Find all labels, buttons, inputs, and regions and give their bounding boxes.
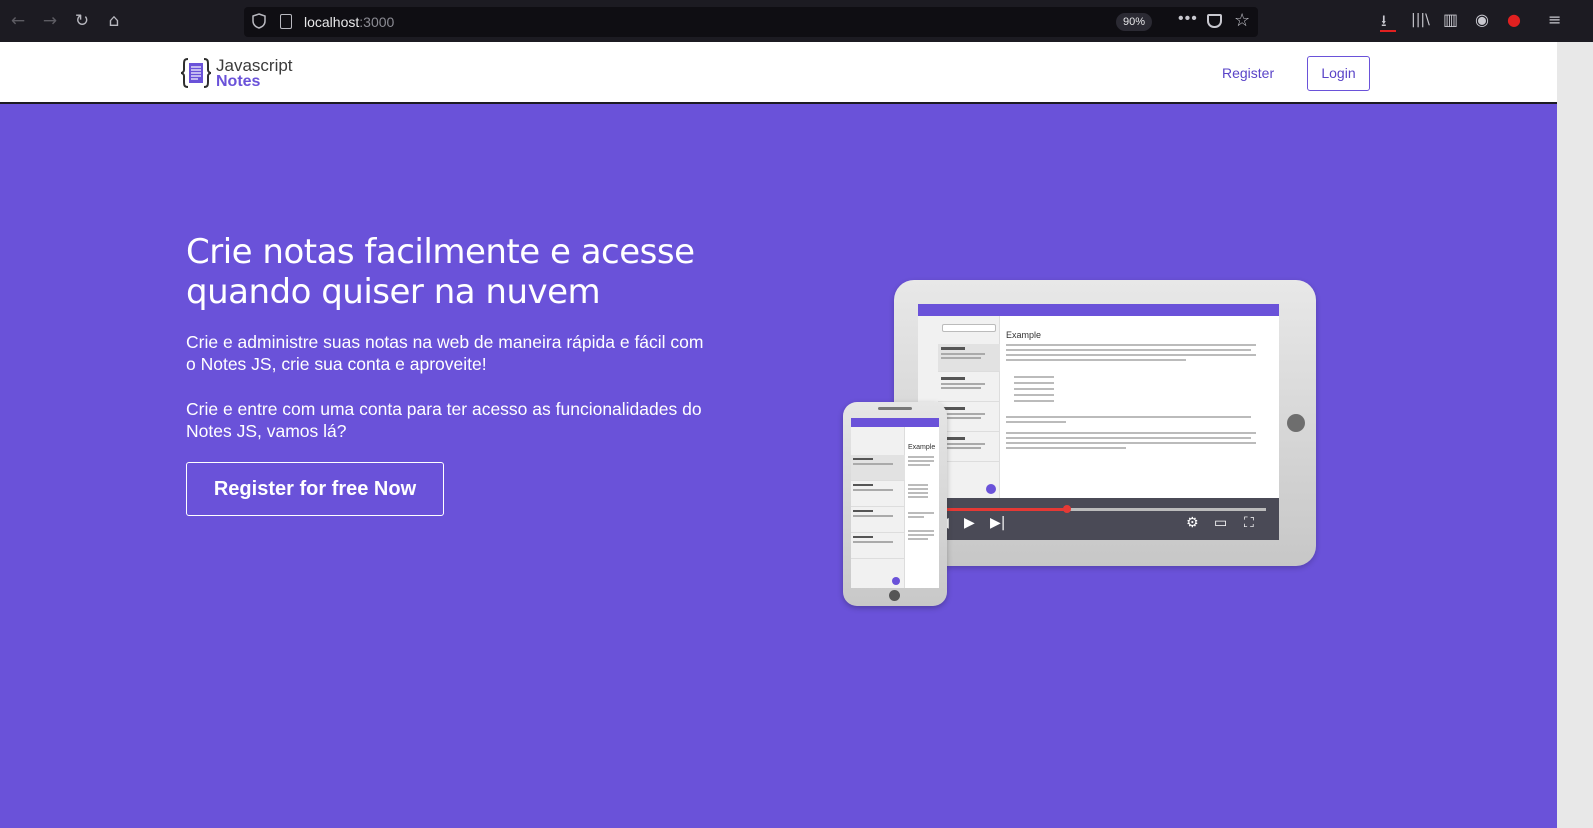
mockup-phone-note-title: Example	[908, 444, 936, 451]
mockup-phone-sidebar	[851, 427, 905, 588]
notes-logo-icon	[180, 58, 212, 88]
mockup-text-line	[1014, 400, 1054, 402]
address-bar[interactable]: localhost:3000 90% ••• ☆	[244, 7, 1258, 37]
mockup-note-item	[938, 374, 1000, 402]
mockup-phone-note-item	[851, 455, 905, 481]
login-button[interactable]: Login	[1307, 56, 1370, 91]
mockup-text-line	[908, 534, 934, 536]
phone-speaker	[878, 407, 912, 410]
mockup-text-line	[1006, 349, 1251, 351]
mockup-phone-add-icon	[892, 577, 900, 585]
phone-screen: Example	[851, 418, 939, 588]
settings-gear-icon: ⚙	[1186, 515, 1199, 531]
page-scrollbar[interactable]	[1557, 42, 1593, 828]
mockup-text-line	[1014, 388, 1054, 390]
skip-next-icon: ▶|	[990, 515, 1006, 531]
page-actions-icon[interactable]: •••	[1178, 10, 1198, 28]
mockup-search-box	[942, 324, 996, 332]
hero-subdescription: Crie e entre com uma conta para ter aces…	[186, 399, 702, 441]
mockup-note-item	[938, 434, 1000, 462]
library-icon[interactable]: |||\	[1411, 12, 1430, 28]
home-icon[interactable]: ⌂	[104, 11, 124, 31]
phone-home-button	[889, 590, 900, 601]
account-icon[interactable]: ◉	[1475, 10, 1489, 29]
menu-icon[interactable]: ≡	[1548, 10, 1561, 29]
mockup-note-title: Example	[1006, 330, 1042, 340]
back-icon[interactable]: ←	[8, 11, 28, 31]
theater-mode-icon: ▭	[1214, 515, 1228, 531]
tablet-screen: Example ◀ ▶ ▶| ⚙	[918, 304, 1279, 540]
mockup-phone-header	[851, 418, 939, 427]
mockup-text-line	[1006, 421, 1066, 423]
mockup-text-line	[908, 484, 928, 486]
mockup-phone-note-item	[851, 507, 905, 533]
page-info-icon[interactable]	[280, 14, 292, 29]
play-icon: ▶	[964, 515, 975, 531]
downloads-icon[interactable]: ⭳	[1381, 10, 1387, 37]
scrollbar-thumb[interactable]	[1557, 42, 1593, 828]
mockup-text-line	[908, 538, 928, 540]
mockup-phone-note-item	[851, 481, 905, 507]
page-viewport: Javascript Notes Register Login Crie not…	[0, 42, 1557, 828]
bookmark-star-icon[interactable]: ☆	[1234, 10, 1250, 31]
mockup-text-line	[908, 488, 928, 490]
mockup-text-line	[1006, 447, 1126, 449]
mockup-note-item	[938, 344, 1000, 372]
sidebar-icon[interactable]: ▥	[1443, 10, 1458, 29]
mockup-text-line	[908, 530, 934, 532]
tablet-mockup-image: Example ◀ ▶ ▶| ⚙	[894, 280, 1316, 566]
mockup-text-line	[1006, 432, 1256, 434]
mockup-text-line	[908, 464, 930, 466]
mockup-text-line	[1006, 354, 1256, 356]
download-progress-indicator	[1380, 30, 1396, 32]
mockup-text-line	[1014, 394, 1054, 396]
logo-text-primary: Javascript	[216, 56, 293, 75]
mockup-text-line	[1006, 359, 1186, 361]
site-navbar: Javascript Notes Register Login	[0, 42, 1557, 104]
mockup-add-note-icon	[986, 484, 996, 494]
url-text[interactable]: localhost:3000	[304, 14, 394, 30]
url-port: :3000	[359, 14, 395, 30]
mockup-note-item	[938, 404, 1000, 432]
hero-description: Crie e administre suas notas na web de m…	[186, 332, 704, 374]
mockup-phone-note-item	[851, 533, 905, 559]
hero-title: Crie notas facilmente e acesse quando qu…	[186, 232, 695, 312]
mockup-text-line	[908, 496, 928, 498]
tracking-shield-icon[interactable]	[252, 13, 266, 29]
fullscreen-icon: ⛶	[1244, 515, 1254, 531]
phone-mockup-image: Example	[843, 402, 947, 606]
mockup-text-line	[1014, 376, 1054, 378]
mockup-app-header	[918, 304, 1279, 316]
register-cta-button[interactable]: Register for free Now	[186, 462, 444, 516]
url-host: localhost	[304, 14, 360, 30]
mockup-text-line	[1006, 344, 1256, 346]
zoom-level-badge[interactable]: 90%	[1116, 13, 1153, 31]
reload-icon[interactable]: ↻	[72, 11, 92, 31]
video-progress-bar	[940, 508, 1068, 511]
logo-text-secondary: Notes	[216, 73, 261, 90]
video-progress-handle	[1063, 505, 1071, 513]
video-player-controls: ◀ ▶ ▶| ⚙ ▭ ⛶	[918, 498, 1279, 540]
mockup-text-line	[1014, 382, 1054, 384]
mockup-text-line	[1006, 442, 1256, 444]
extension-icon[interactable]: ●	[1507, 10, 1521, 29]
forward-icon[interactable]: →	[40, 11, 60, 31]
tablet-home-button	[1287, 414, 1305, 432]
pocket-icon[interactable]	[1207, 14, 1222, 28]
mockup-text-line	[1006, 416, 1251, 418]
mockup-text-line	[908, 460, 934, 462]
browser-toolbar: ← → ↻ ⌂ localhost:3000 90% ••• ☆ ⭳ |||\ …	[0, 0, 1593, 42]
mockup-text-line	[1006, 437, 1251, 439]
register-link[interactable]: Register	[1222, 65, 1274, 81]
mockup-text-line	[908, 516, 924, 518]
mockup-text-line	[908, 492, 928, 494]
mockup-text-line	[908, 456, 934, 458]
mockup-text-line	[908, 512, 934, 514]
